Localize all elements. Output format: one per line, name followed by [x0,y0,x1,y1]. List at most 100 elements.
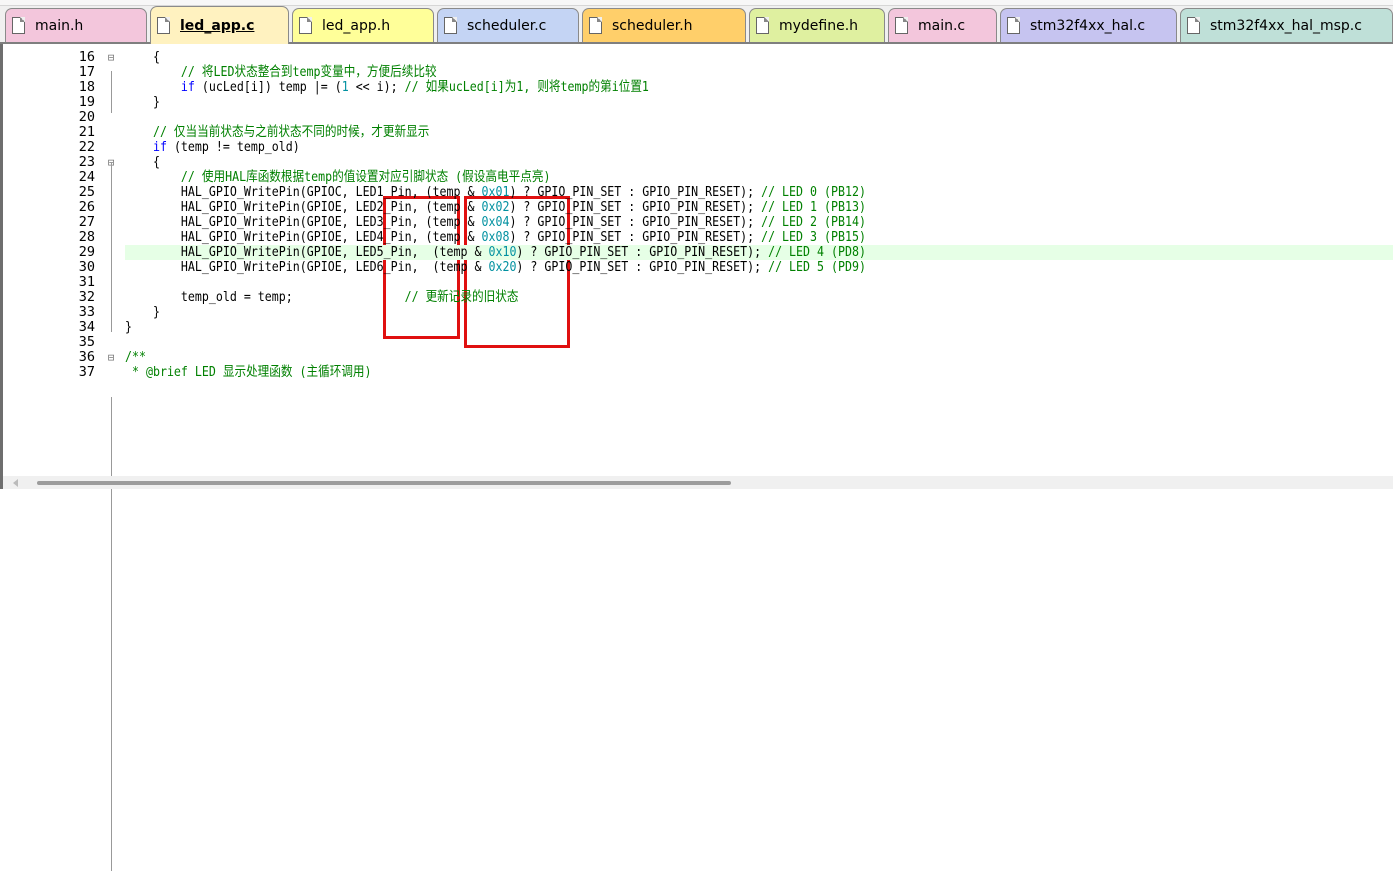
code-text: HAL_GPIO_WritePin(GPIOE, LED2_Pin, (temp… [125,199,866,215]
fold-toggle-icon[interactable]: ⊟ [105,350,117,365]
line-number: 24 [78,169,95,185]
line-number: 34 [78,319,95,335]
line-number: 37 [78,364,95,380]
code-text: // 将LED状态整合到temp变量中，方便后续比较 [180,64,437,80]
file-tab-label: led_app.h [322,17,391,34]
code-line[interactable]: 28 HAL_GPIO_WritePin(GPIOE, LED4_Pin, (t… [3,230,1393,245]
file-tab-label: mydefine.h [779,17,859,34]
code-line[interactable]: 35 [3,335,1393,350]
file-tab-label: stm32f4xx_hal_msp.c [1210,17,1362,34]
fold-guide-line [111,162,112,332]
code-line[interactable]: 30 HAL_GPIO_WritePin(GPIOE, LED6_Pin, (t… [3,260,1393,275]
code-line[interactable]: 19 } [3,95,1393,110]
file-tab-label: scheduler.h [612,17,693,34]
line-number: 35 [78,334,95,350]
code-line[interactable]: 32 temp_old = temp; // 更新记录的旧状态 [3,290,1393,305]
code-text: HAL_GPIO_WritePin(GPIOE, LED5_Pin, (temp… [125,244,866,260]
code-text: if (temp != temp_old) [152,139,300,155]
code-text: HAL_GPIO_WritePin(GPIOC, LED1_Pin, (temp… [125,184,866,200]
file-icon [589,17,602,34]
line-number: 36 [78,349,95,365]
file-tab-led-app-h[interactable]: led_app.h [292,8,434,42]
file-icon [157,17,170,34]
scroll-left-arrow-icon[interactable] [13,479,18,487]
line-number: 32 [78,289,95,305]
code-line[interactable]: 31 [3,275,1393,290]
file-tab-label: stm32f4xx_hal.c [1030,17,1146,34]
code-line[interactable]: 25 HAL_GPIO_WritePin(GPIOC, LED1_Pin, (t… [3,185,1393,200]
line-number: 21 [78,124,95,140]
file-tab-stm32f4xx-hal-msp-c[interactable]: stm32f4xx_hal_msp.c [1180,8,1393,42]
line-number: 31 [78,274,95,290]
file-icon [444,17,457,34]
code-line[interactable]: 21 // 仅当当前状态与之前状态不同的时候，才更新显示 [3,125,1393,140]
line-number: 17 [78,64,95,80]
file-tab-mydefine-h[interactable]: mydefine.h [749,8,885,42]
file-tab-label: main.c [918,17,966,34]
scrollbar-thumb[interactable] [37,481,731,485]
file-icon [1007,17,1020,34]
code-text: } [125,304,160,320]
file-tab-scheduler-c[interactable]: scheduler.c [437,8,579,42]
code-line[interactable]: 37 * @brief LED 显示处理函数 (主循环调用) [3,365,1393,380]
file-tab-main-h[interactable]: main.h [5,8,147,42]
code-line[interactable]: 16 ⊟ { [3,50,1393,65]
fold-guide-line [111,71,112,113]
code-line[interactable]: 24 // 使用HAL库函数根据temp的值设置对应引脚状态 (假设高电平点亮) [3,170,1393,185]
file-tab-main-c[interactable]: main.c [888,8,997,42]
line-number: 28 [78,229,95,245]
fold-guide-line [111,447,112,871]
code-line[interactable]: 18 if (ucLed[i]) temp |= (1 << i); // 如果… [3,80,1393,95]
code-line[interactable]: 36 ⊟ /** [3,350,1393,365]
code-text: // 使用HAL库函数根据temp的值设置对应引脚状态 (假设高电平点亮) [180,169,551,185]
file-icon [299,17,312,34]
file-icon [895,17,908,34]
line-number: 23 [78,154,95,170]
line-number: 20 [78,109,95,125]
code-text: { [125,154,160,170]
code-line[interactable]: 33 } [3,305,1393,320]
code-text: /** [125,349,146,365]
file-tab-scheduler-h[interactable]: scheduler.h [582,8,746,42]
code-text: * @brief LED 显示处理函数 (主循环调用) [125,364,372,380]
code-line[interactable]: 34} [3,320,1393,335]
line-number: 26 [78,199,95,215]
file-tab-label: led_app.c [180,17,255,34]
file-icon [1187,17,1200,34]
file-icon [756,17,769,34]
file-tab-bar: main.h led_app.c led_app.h scheduler.c sched… [0,0,1393,44]
line-number: 27 [78,214,95,230]
line-number: 30 [78,259,95,275]
file-tab-stm32f4xx-hal-c[interactable]: stm32f4xx_hal.c [1000,8,1177,42]
code-line[interactable]: 27 HAL_GPIO_WritePin(GPIOE, LED3_Pin, (t… [3,215,1393,230]
code-text: { [125,49,160,65]
file-tab-label: main.h [35,17,84,34]
file-icon [12,17,25,34]
fold-toggle-icon[interactable]: ⊟ [105,50,117,65]
code-line[interactable]: 22 if (temp != temp_old) [3,140,1393,155]
code-text: // 仅当当前状态与之前状态不同的时候，才更新显示 [152,124,430,140]
line-number: 16 [78,49,95,65]
code-editor[interactable]: 16 ⊟ {17 // 将LED状态整合到temp变量中，方便后续比较 18 if … [0,44,1393,871]
code-text: } [125,94,160,110]
code-line[interactable]: 20 [3,110,1393,125]
code-text: if (ucLed[i]) temp |= (1 << i); // 如果ucL… [180,79,649,95]
line-number: 33 [78,304,95,320]
file-tab-label: scheduler.c [467,17,547,34]
file-tab-led-app-c[interactable]: led_app.c [150,6,289,44]
horizontal-scrollbar[interactable] [0,476,1393,489]
code-text: } [125,319,133,335]
line-number: 18 [78,79,95,95]
line-number: 29 [78,244,95,260]
line-number: 25 [78,184,95,200]
code-line[interactable]: 17 // 将LED状态整合到temp变量中，方便后续比较 [3,65,1393,80]
code-text: HAL_GPIO_WritePin(GPIOE, LED4_Pin, (temp… [125,229,866,245]
code-line[interactable]: 29 HAL_GPIO_WritePin(GPIOE, LED5_Pin, (t… [3,245,1393,260]
code-text: temp_old = temp; // 更新记录的旧状态 [125,289,519,305]
code-line[interactable]: 23⊟ { [3,155,1393,170]
code-text: HAL_GPIO_WritePin(GPIOE, LED6_Pin, (temp… [125,259,866,275]
code-text: HAL_GPIO_WritePin(GPIOE, LED3_Pin, (temp… [125,214,866,230]
code-line[interactable]: 26 HAL_GPIO_WritePin(GPIOE, LED2_Pin, (t… [3,200,1393,215]
line-number: 22 [78,139,95,155]
line-number: 19 [78,94,95,110]
